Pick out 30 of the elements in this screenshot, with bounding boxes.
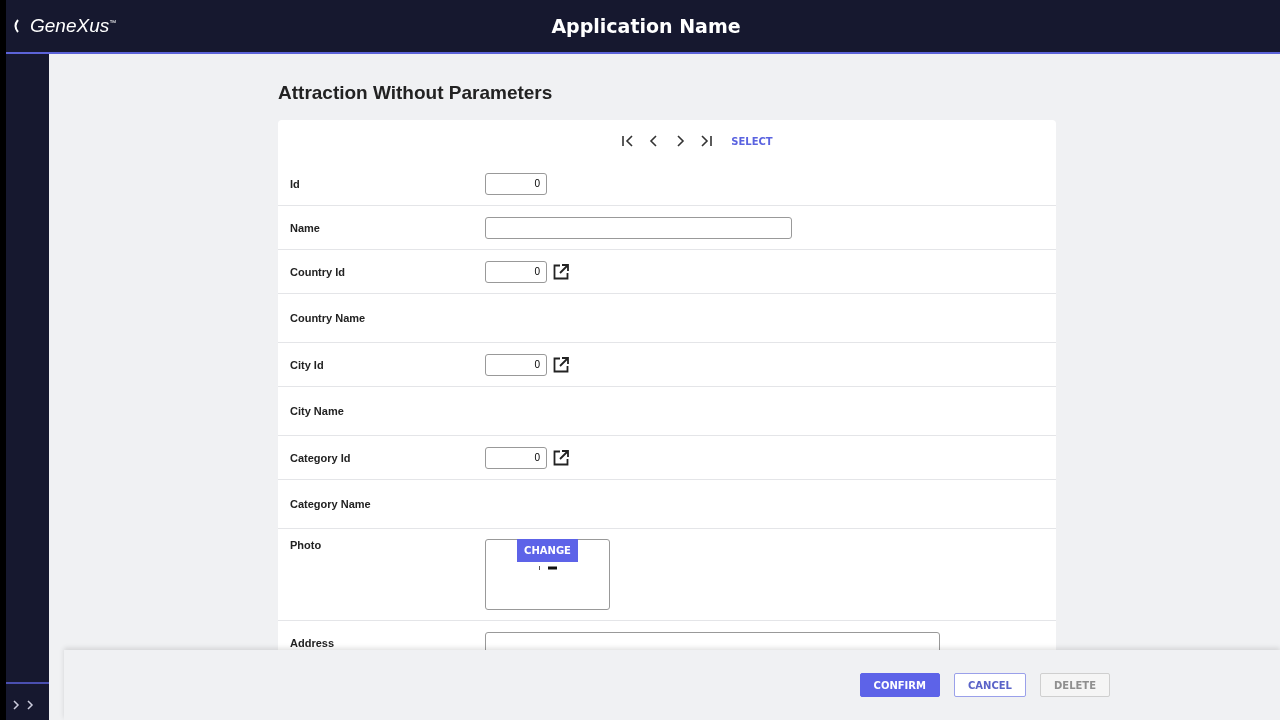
open-external-icon[interactable] [553,449,569,466]
number-field[interactable]: 0 [485,260,547,283]
app-title: Application Name [550,15,742,37]
open-external-icon[interactable] [553,263,569,280]
action-button[interactable]: CANCEL [954,673,1026,697]
number-field[interactable]: 0 [485,446,547,469]
action-button[interactable]: CONFIRM [859,673,940,697]
number-field[interactable]: 0 [485,172,547,195]
open-external-icon[interactable] [553,356,569,373]
last-record-icon[interactable] [699,134,714,148]
number-field[interactable]: 0 [485,353,547,376]
field-label: Name [290,221,321,234]
text-field[interactable] [485,216,792,239]
field-label: Country Name [290,312,367,324]
change-button[interactable]: CHANGE [517,539,578,562]
first-record-icon[interactable] [621,134,636,148]
field-label: Photo [290,539,323,551]
field-label: City Id [290,358,325,371]
field-label: Id [290,177,301,190]
field-label: Address [290,636,336,649]
field-label: Category Name [290,498,372,510]
page-title: Attraction Without Parameters [278,82,554,104]
field-label: City Name [290,405,345,417]
select-link[interactable]: SELECT [731,135,773,147]
image-field[interactable]: CHANGE [485,539,610,610]
crescent-icon [12,19,20,33]
field-label: Category Id [290,451,352,464]
broken-image-icon [538,566,557,570]
logo-text: GeneXus$^{™}$ [30,15,117,37]
field-label: Country Id [290,265,346,278]
